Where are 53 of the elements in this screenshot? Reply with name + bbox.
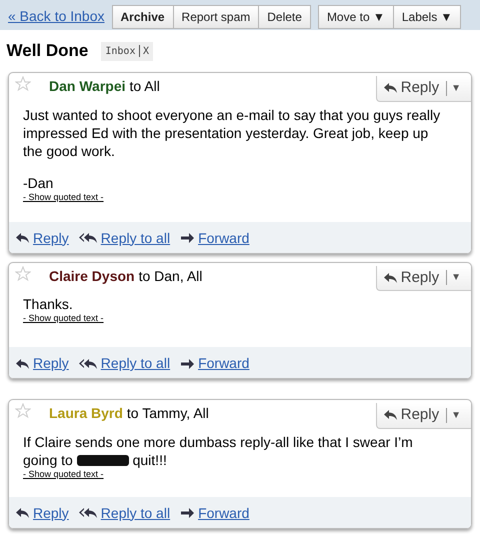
reply-link[interactable]: Reply	[15, 228, 69, 248]
show-quoted-text-link[interactable]: - Show quoted text -	[23, 313, 441, 325]
reply-icon	[15, 507, 30, 519]
reply-icon	[15, 358, 30, 370]
reply-all-link[interactable]: Reply to all	[78, 353, 170, 374]
recipients: to Dan, All	[138, 266, 204, 286]
reply-button[interactable]: Reply ▼	[376, 403, 471, 428]
reply-all-icon	[78, 232, 98, 244]
reply-all-icon	[78, 358, 98, 370]
message-text: Thanks.	[23, 295, 74, 314]
more-options-caret[interactable]: ▼	[446, 80, 465, 96]
remove-label-button[interactable]: X	[142, 44, 150, 58]
reply-icon	[382, 82, 398, 94]
reply-icon	[15, 232, 30, 244]
reply-button-label[interactable]: Reply	[400, 404, 440, 426]
forward-arrow-icon	[180, 232, 196, 244]
reply-icon	[382, 409, 398, 422]
thread-subject: Well Done	[6, 40, 88, 62]
more-options-caret[interactable]: ▼	[446, 408, 465, 423]
redaction-bar	[76, 454, 129, 466]
recipients: to All	[130, 77, 161, 96]
show-quoted-text-link[interactable]: - Show quoted text -	[23, 192, 441, 204]
message-text: If Claire sends one more dumbass reply-all like that I swear I’m going to quit!!!	[23, 432, 414, 469]
more-options-caret[interactable]: ▼	[446, 270, 465, 286]
reply-button-label[interactable]: Reply	[400, 266, 440, 289]
reply-all-link[interactable]: Reply to all	[78, 502, 170, 524]
reply-button[interactable]: Reply ▼	[376, 266, 471, 291]
reply-icon	[382, 272, 398, 284]
show-quoted-text-link[interactable]: - Show quoted text -	[23, 468, 441, 481]
back-to-inbox-link[interactable]: « Back to Inbox	[8, 6, 105, 27]
message-text: Just wanted to shoot everyone an e-mail to say that you guys really impressed Ed with the presentation yesterday. Great job, keep up the good work.	[23, 106, 441, 160]
toolbar-button[interactable]: Report spam	[172, 4, 260, 28]
sender-name: Laura Byrd	[49, 404, 123, 423]
reply-link[interactable]: Reply	[15, 502, 69, 524]
forward-link[interactable]: Forward	[180, 228, 250, 248]
toolbar-button[interactable]: Archive	[112, 4, 174, 28]
reply-link[interactable]: Reply	[15, 353, 69, 374]
reply-button-label[interactable]: Reply	[400, 77, 440, 100]
message-text: -Dan	[23, 174, 54, 192]
sender-name: Dan Warpei	[49, 77, 126, 96]
reply-button[interactable]: Reply ▼	[376, 76, 471, 102]
toolbar-button[interactable]: Delete	[258, 4, 311, 28]
forward-arrow-icon	[180, 507, 196, 519]
label-chip: Inbox X	[101, 42, 154, 60]
reply-all-link[interactable]: Reply to all	[78, 228, 170, 248]
recipients: to Tammy, All	[126, 404, 210, 423]
toolbar-button[interactable]: Labels ▼	[392, 4, 462, 28]
sender-name: Claire Dyson	[49, 266, 135, 286]
forward-link[interactable]: Forward	[180, 502, 250, 524]
forward-arrow-icon	[180, 358, 196, 370]
forward-link[interactable]: Forward	[180, 353, 250, 374]
reply-all-icon	[78, 507, 98, 519]
toolbar-button[interactable]: Move to ▼	[318, 4, 394, 28]
